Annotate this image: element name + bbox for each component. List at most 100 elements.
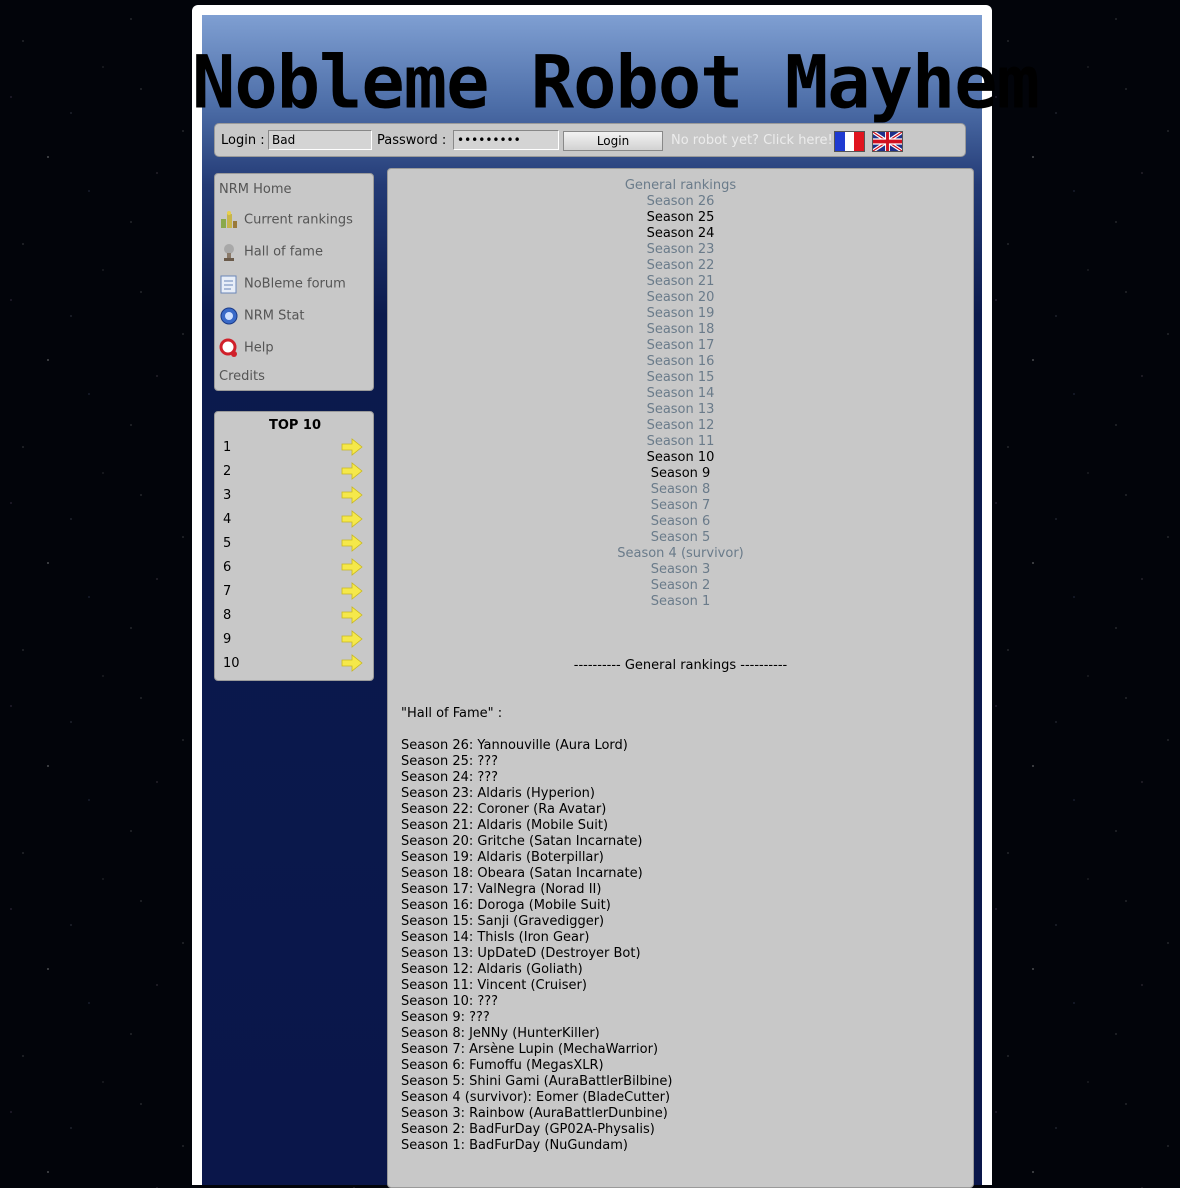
register-link[interactable]: No robot yet? Click here! [671, 133, 833, 148]
arrow-right-icon[interactable] [341, 534, 363, 552]
hof-entry: Season 12: Aldaris (Goliath) [401, 962, 583, 977]
hof-entry: Season 25: ??? [401, 754, 499, 769]
arrow-right-icon[interactable] [341, 438, 363, 456]
season-link[interactable]: Season 24 [388, 226, 973, 242]
season-link[interactable]: Season 21 [388, 274, 973, 290]
hof-entry: Season 23: Aldaris (Hyperion) [401, 786, 595, 801]
help-icon [219, 338, 239, 358]
hof-entry: Season 17: ValNegra (Norad II) [401, 882, 602, 897]
season-link[interactable]: Season 19 [388, 306, 973, 322]
arrow-right-icon[interactable] [341, 582, 363, 600]
season-link[interactable]: Season 23 [388, 242, 973, 258]
password-input[interactable] [453, 130, 559, 150]
hof-entry: Season 20: Gritche (Satan Incarnate) [401, 834, 643, 849]
season-link[interactable]: Season 11 [388, 434, 973, 450]
menu-item-label: Hall of fame [244, 244, 323, 260]
season-link[interactable]: Season 4 (survivor) [388, 546, 973, 562]
arrow-right-icon[interactable] [341, 606, 363, 624]
arrow-right-icon[interactable] [341, 486, 363, 504]
season-link[interactable]: Season 3 [388, 562, 973, 578]
flag-fr-icon[interactable] [834, 131, 865, 152]
arrow-right-icon[interactable] [341, 510, 363, 528]
seasons-nav: General rankings Season 26 Season 25 Season… [388, 178, 973, 610]
top10-row[interactable]: 7 [223, 582, 363, 602]
season-link[interactable]: Season 7 [388, 498, 973, 514]
hof-entry: Season 4 (survivor): Eomer (BladeCutter) [401, 1090, 671, 1105]
hof-entry: Season 18: Obeara (Satan Incarnate) [401, 866, 643, 881]
season-link[interactable]: Season 22 [388, 258, 973, 274]
menu-item-nobleme-forum[interactable]: NoBleme forum [219, 274, 346, 294]
season-link[interactable]: Season 26 [388, 194, 973, 210]
season-link[interactable]: Season 13 [388, 402, 973, 418]
season-link[interactable]: Season 8 [388, 482, 973, 498]
arrow-right-icon[interactable] [341, 630, 363, 648]
arrow-right-icon[interactable] [341, 558, 363, 576]
main-content: General rankings Season 26 Season 25 Season… [387, 168, 974, 1188]
flag-uk-icon[interactable] [872, 131, 903, 152]
login-label: Login : [221, 133, 265, 148]
trophy-icon [219, 242, 239, 262]
hof-entry: Season 16: Doroga (Mobile Suit) [401, 898, 611, 913]
season-link[interactable]: Season 20 [388, 290, 973, 306]
top10-row[interactable]: 6 [223, 558, 363, 578]
hof-entry: Season 3: Rainbow (AuraBattlerDunbine) [401, 1106, 668, 1121]
login-input[interactable] [268, 130, 372, 150]
menu-item-nrm-stat[interactable]: NRM Stat [219, 306, 305, 326]
top10-row[interactable]: 2 [223, 462, 363, 482]
hof-entry: Season 22: Coroner (Ra Avatar) [401, 802, 607, 817]
top10-row[interactable]: 5 [223, 534, 363, 554]
season-link[interactable]: Season 14 [388, 386, 973, 402]
hof-entry: Season 2: BadFurDay (GP02A-Physalis) [401, 1122, 655, 1137]
rankings-icon [219, 210, 239, 230]
top10-rank: 2 [223, 464, 232, 479]
season-link[interactable]: Season 9 [388, 466, 973, 482]
hof-list: Season 26: Yannouville (Aura Lord) Season… [401, 738, 673, 1154]
top10-row[interactable]: 10 [223, 654, 363, 674]
menu-item-help[interactable]: Help [219, 338, 274, 358]
login-bar: Login : Password : Login No robot yet? C… [214, 123, 966, 157]
menu-item-current-rankings[interactable]: Current rankings [219, 210, 353, 230]
top10-rank: 6 [223, 560, 232, 575]
season-link[interactable]: Season 12 [388, 418, 973, 434]
top10-rank: 8 [223, 608, 232, 623]
hof-entry: Season 19: Aldaris (Boterpillar) [401, 850, 604, 865]
top10-row[interactable]: 1 [223, 438, 363, 458]
season-link[interactable]: Season 5 [388, 530, 973, 546]
season-link[interactable]: Season 1 [388, 594, 973, 610]
season-link[interactable]: Season 25 [388, 210, 973, 226]
menu-item-label: Help [244, 340, 274, 356]
hof-entry: Season 13: UpDateD (Destroyer Bot) [401, 946, 641, 961]
hof-entry: Season 7: Arsène Lupin (MechaWarrior) [401, 1042, 659, 1057]
hof-entry: Season 6: Fumoffu (MegasXLR) [401, 1058, 604, 1073]
top10-row[interactable]: 3 [223, 486, 363, 506]
top10-rank: 1 [223, 440, 232, 455]
top10-row[interactable]: 9 [223, 630, 363, 650]
season-link[interactable]: Season 17 [388, 338, 973, 354]
season-link[interactable]: Season 6 [388, 514, 973, 530]
top10-row[interactable]: 4 [223, 510, 363, 530]
menu-item-credits[interactable]: Credits [219, 369, 265, 384]
hof-entry: Season 10: ??? [401, 994, 499, 1009]
menu-item-label: NRM Stat [244, 308, 305, 324]
arrow-right-icon[interactable] [341, 654, 363, 672]
season-link[interactable]: Season 16 [388, 354, 973, 370]
season-link[interactable]: Season 2 [388, 578, 973, 594]
menu-item-nrm-home[interactable]: NRM Home [219, 182, 292, 197]
season-link[interactable]: Season 15 [388, 370, 973, 386]
top10-box: TOP 10 1 2 3 4 5 6 7 8 9 10 [214, 411, 374, 681]
hof-entry: Season 26: Yannouville (Aura Lord) [401, 738, 628, 753]
stat-icon [219, 306, 239, 326]
season-link[interactable]: Season 18 [388, 322, 973, 338]
top10-rank: 10 [223, 656, 240, 671]
login-button[interactable]: Login [563, 131, 663, 151]
arrow-right-icon[interactable] [341, 462, 363, 480]
season-link[interactable]: Season 10 [388, 450, 973, 466]
hof-entry: Season 15: Sanji (Gravedigger) [401, 914, 605, 929]
menu-item-hall-of-fame[interactable]: Hall of fame [219, 242, 323, 262]
top10-title: TOP 10 [268, 418, 322, 433]
hof-title: "Hall of Fame" : [401, 706, 503, 721]
top10-row[interactable]: 8 [223, 606, 363, 626]
season-link[interactable]: General rankings [388, 178, 973, 194]
top10-rank: 3 [223, 488, 232, 503]
hof-entry: Season 5: Shini Gami (AuraBattlerBilbine… [401, 1074, 673, 1089]
